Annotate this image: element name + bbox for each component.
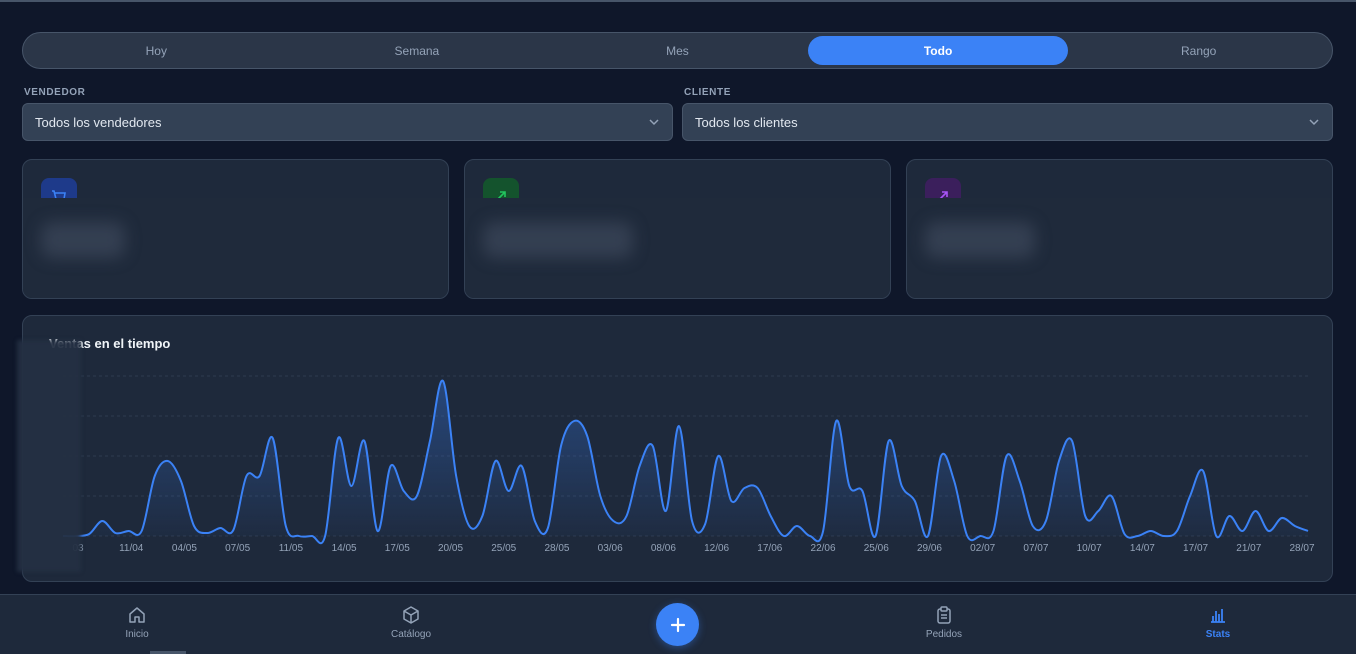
- tab-hoy[interactable]: Hoy: [26, 36, 287, 65]
- vendedor-select-value: Todos los vendedores: [35, 114, 162, 130]
- add-button[interactable]: [656, 603, 699, 646]
- cliente-label: CLIENTE: [684, 87, 731, 98]
- x-tick-label: 11/04: [119, 543, 144, 554]
- nav-inicio[interactable]: Inicio: [77, 605, 197, 640]
- x-tick-label: 03/06: [598, 543, 623, 554]
- blurred-value: [41, 222, 125, 258]
- x-tick-label: 14/07: [1130, 543, 1155, 554]
- x-tick-label: 22/06: [811, 543, 836, 554]
- blurred-value: [483, 222, 633, 258]
- x-tick-label: 29/06: [917, 543, 942, 554]
- tab-rango[interactable]: Rango: [1068, 36, 1329, 65]
- x-tick-label: 28/07: [1289, 543, 1314, 554]
- nav-inicio-label: Inicio: [125, 629, 149, 640]
- x-tick-label: 28/05: [544, 543, 569, 554]
- vendedor-label: VENDEDOR: [24, 87, 86, 98]
- blurred-y-axis: [17, 340, 81, 572]
- nav-stats[interactable]: Stats: [1158, 605, 1278, 640]
- x-tick-label: 17/07: [1183, 543, 1208, 554]
- plus-icon: [670, 617, 685, 632]
- x-tick-label: 04/05: [172, 543, 197, 554]
- x-tick-label: 17/05: [385, 543, 410, 554]
- tab-mes[interactable]: Mes: [547, 36, 808, 65]
- stat-card-average: [906, 159, 1333, 299]
- top-divider: [0, 0, 1356, 2]
- tab-todo[interactable]: Todo: [807, 36, 1069, 65]
- cliente-select[interactable]: Todos los clientes: [682, 103, 1333, 141]
- x-tick-label: 17/06: [757, 543, 782, 554]
- sales-area-chart: 0311/0404/0507/0511/0514/0517/0520/0525/…: [62, 375, 1315, 554]
- stat-card-sales: [464, 159, 891, 299]
- x-tick-label: 20/05: [438, 543, 463, 554]
- x-tick-label: 25/05: [491, 543, 516, 554]
- bar-chart-icon: [1211, 609, 1225, 623]
- x-tick-label: 11/05: [279, 543, 304, 554]
- x-tick-label: 14/05: [332, 543, 357, 554]
- vendedor-select[interactable]: Todos los vendedores: [22, 103, 673, 141]
- stat-card-orders: [22, 159, 449, 299]
- x-tick-label: 07/07: [1023, 543, 1048, 554]
- x-tick-label: 21/07: [1236, 543, 1261, 554]
- blurred-value: [925, 222, 1035, 258]
- home-icon: [129, 607, 145, 623]
- clipboard-icon: [937, 606, 951, 624]
- x-tick-label: 08/06: [651, 543, 676, 554]
- x-tick-label: 12/06: [704, 543, 729, 554]
- x-tick-label: 25/06: [864, 543, 889, 554]
- chevron-down-icon: [1309, 119, 1319, 126]
- nav-pedidos[interactable]: Pedidos: [884, 605, 1004, 640]
- x-tick-label: 10/07: [1077, 543, 1102, 554]
- period-selector: Hoy Semana Mes Todo Rango: [22, 32, 1333, 69]
- x-tick-label: 02/07: [970, 543, 995, 554]
- x-tick-label: 07/05: [225, 543, 250, 554]
- nav-catalogo-label: Catálogo: [390, 629, 432, 640]
- nav-catalogo[interactable]: Catálogo: [351, 605, 471, 640]
- nav-pedidos-label: Pedidos: [925, 629, 963, 640]
- nav-stats-label: Stats: [1205, 629, 1231, 640]
- chevron-down-icon: [649, 119, 659, 126]
- tab-semana[interactable]: Semana: [287, 36, 548, 65]
- box-icon: [403, 606, 419, 624]
- sales-chart-card: Ventas en el tiempo 0311/0404/0507/0511/…: [22, 315, 1333, 582]
- cliente-select-value: Todos los clientes: [695, 114, 798, 130]
